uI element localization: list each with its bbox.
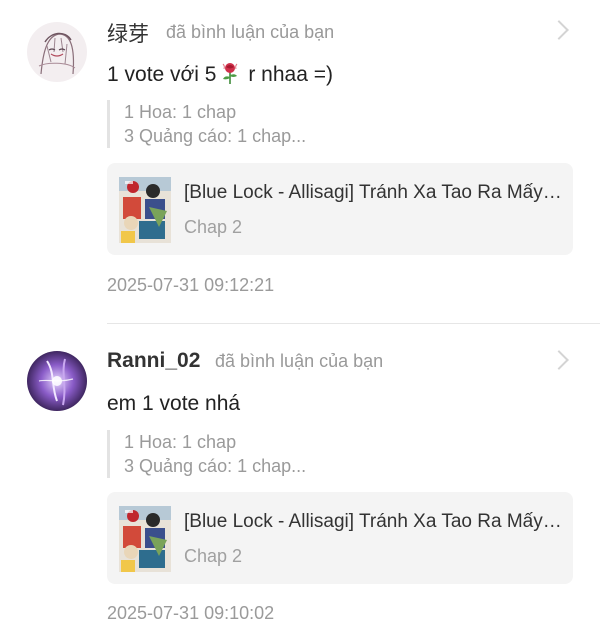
comment-text-before: 1 vote với 5: [107, 63, 217, 86]
comment-item[interactable]: Ranni_02 đã bình luận của bạn em 1 vote …: [0, 330, 600, 643]
story-title: [Blue Lock - Allisagi] Tránh Xa Tao Ra M…: [184, 511, 562, 532]
avatar[interactable]: [27, 22, 87, 82]
username[interactable]: 绿芽: [107, 18, 149, 48]
story-title: [Blue Lock - Allisagi] Tránh Xa Tao Ra M…: [184, 182, 562, 203]
story-cover: [119, 506, 171, 572]
chapter-label: Chap 2: [184, 217, 243, 237]
chevron-right-icon[interactable]: [549, 350, 569, 370]
quote-line: 1 Hoa: 1 chap: [124, 102, 237, 122]
quote-line: 3 Quảng cáo: 1 chap...: [124, 126, 307, 146]
timestamp: 2025-07-31 09:12:21: [107, 275, 275, 295]
comment-item[interactable]: 绿芽 đã bình luận của bạn 1 vote với 5 r n…: [0, 0, 600, 325]
quote-line: 3 Quảng cáo: 1 chap...: [124, 456, 307, 476]
username[interactable]: Ranni_02: [107, 349, 200, 373]
story-cover: [119, 177, 171, 243]
chapter-label: Chap 2: [184, 546, 243, 566]
action-text: đã bình luận của bạn: [166, 22, 335, 42]
divider: [107, 323, 600, 324]
comment-text: em 1 vote nhá: [107, 392, 241, 415]
story-card[interactable]: [Blue Lock - Allisagi] Tránh Xa Tao Ra M…: [107, 492, 573, 584]
quoted-comment: 1 Hoa: 1 chap 3 Quảng cáo: 1 chap...: [107, 100, 306, 148]
comment-text: 1 vote với 5 r nhaa =): [107, 61, 333, 87]
comment-text-after: r nhaa =): [242, 63, 333, 86]
avatar[interactable]: [27, 351, 87, 411]
action-text: đã bình luận của bạn: [215, 351, 384, 371]
chevron-right-icon[interactable]: [549, 20, 569, 40]
quoted-comment: 1 Hoa: 1 chap 3 Quảng cáo: 1 chap...: [107, 430, 306, 478]
rose-icon: [219, 61, 241, 85]
story-card[interactable]: [Blue Lock - Allisagi] Tránh Xa Tao Ra M…: [107, 163, 573, 255]
quote-line: 1 Hoa: 1 chap: [124, 432, 237, 452]
timestamp: 2025-07-31 09:10:02: [107, 603, 275, 623]
